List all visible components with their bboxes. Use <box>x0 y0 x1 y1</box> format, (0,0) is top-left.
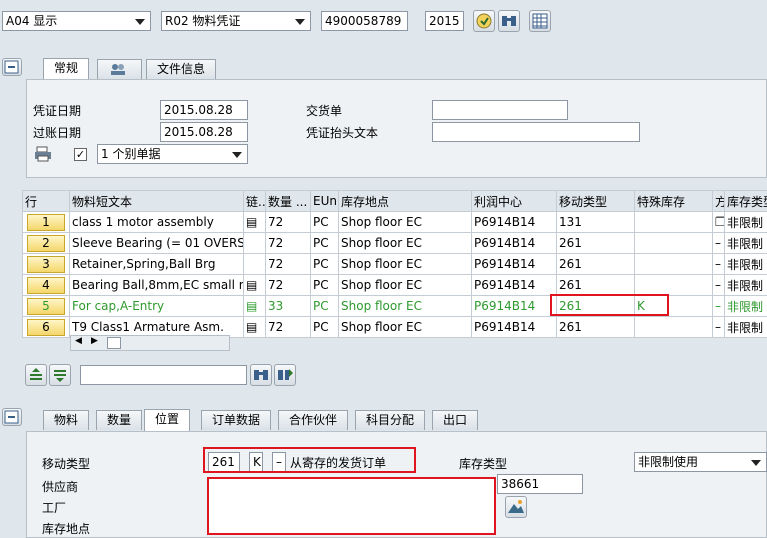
plant-label: 工厂 <box>42 501 67 515</box>
tab-account-assignment[interactable]: 科目分配 <box>355 410 426 430</box>
table-row[interactable]: 3 Retainer,Spring,Ball Brg 72 PC Shop fl… <box>22 253 767 275</box>
header-text-label: 凭证抬头文本 <box>306 126 379 140</box>
col-profit[interactable]: 利润中心 <box>471 190 557 212</box>
collapse-detail-button[interactable] <box>2 408 22 426</box>
vendor-field[interactable]: 38661 <box>497 474 583 494</box>
tab-partners[interactable] <box>97 59 142 79</box>
posting-date-label: 过账日期 <box>33 126 82 140</box>
grid-search-input[interactable] <box>80 365 247 385</box>
binoculars-icon <box>502 16 516 26</box>
collapse-header-button[interactable] <box>2 58 22 76</box>
table-header-row: 行 物料短文本 链.. 数量 ... EUn 库存地点 利润中心 移动类型 特殊… <box>22 190 767 212</box>
ref-type-select[interactable]: R02 物料凭证 <box>161 11 311 31</box>
tab-general[interactable]: 常规 <box>43 58 90 80</box>
tab-location[interactable]: 位置 <box>144 409 191 431</box>
line-button[interactable]: 2 <box>27 234 65 252</box>
delivery-field[interactable] <box>432 100 568 120</box>
col-special[interactable]: 特殊库存 <box>634 190 713 212</box>
table-row[interactable]: 4 Bearing Ball,8mm,EC small mot... ▤ 72 … <box>22 274 767 296</box>
select-all-button[interactable] <box>25 364 47 386</box>
copy-icon[interactable]: ❐ <box>712 211 725 233</box>
year-field[interactable]: 2015 <box>425 11 464 31</box>
doc-flow-icon[interactable]: ▤ <box>243 316 266 338</box>
col-mvt[interactable]: 移动类型 <box>556 190 635 212</box>
execute-icon <box>476 13 492 29</box>
col-dir[interactable]: 方 <box>712 190 725 212</box>
grid-icon <box>532 13 548 29</box>
col-text[interactable]: 物料短文本 <box>69 190 244 212</box>
doc-flow-icon[interactable]: ▤ <box>243 211 266 233</box>
people-icon <box>111 64 125 75</box>
col-line[interactable]: 行 <box>22 190 70 212</box>
header-text-field[interactable] <box>432 122 640 142</box>
grid-find-button[interactable] <box>250 364 272 386</box>
binoculars-icon <box>254 370 268 380</box>
col-sloc[interactable]: 库存地点 <box>338 190 472 212</box>
posting-date-field[interactable]: 2015.08.28 <box>160 122 248 142</box>
delivery-label: 交货单 <box>306 104 343 118</box>
vendor-label: 供应商 <box>42 480 79 494</box>
doc-number-field[interactable]: 4900058789 <box>321 11 408 31</box>
tab-export[interactable]: 出口 <box>432 410 479 430</box>
highlight-mvt-detail <box>203 447 416 473</box>
collapse-icon <box>4 410 19 424</box>
doc-type-select[interactable]: A04 显示 <box>2 11 151 31</box>
overview-button[interactable] <box>529 10 551 32</box>
vendor-display-button[interactable] <box>505 496 527 518</box>
table-row[interactable]: 1 class 1 motor assembly ▤ 72 PC Shop fl… <box>22 211 767 233</box>
tab-file-info[interactable]: 文件信息 <box>146 59 217 79</box>
deselect-all-icon <box>54 370 66 382</box>
doc-date-field[interactable]: 2015.08.28 <box>160 100 248 120</box>
doc-flow-icon[interactable]: ▤ <box>243 274 266 296</box>
printer-icon[interactable] <box>34 146 52 162</box>
stock-type-label: 库存类型 <box>459 457 508 471</box>
deselect-all-button[interactable] <box>49 364 71 386</box>
scroll-right-icon[interactable]: ▶ <box>91 336 98 346</box>
find-button[interactable] <box>498 10 520 32</box>
doc-flow-icon[interactable]: ▤ <box>243 295 266 317</box>
col-link[interactable]: 链.. <box>243 190 266 212</box>
line-button[interactable]: 4 <box>27 276 65 294</box>
collapse-icon <box>4 60 19 74</box>
line-button[interactable]: 3 <box>27 255 65 273</box>
doc-date-label: 凭证日期 <box>33 104 82 118</box>
select-all-icon <box>30 368 42 380</box>
print-checkbox[interactable]: ✓ <box>74 148 87 161</box>
find-next-icon <box>278 369 293 380</box>
tab-material[interactable]: 物料 <box>43 410 90 430</box>
scroll-left-icon[interactable]: ◀ <box>75 336 82 346</box>
col-stock[interactable]: 库存类型 <box>724 190 767 212</box>
redaction-box <box>207 477 496 535</box>
tab-quantity[interactable]: 数量 <box>96 410 143 430</box>
col-unit[interactable]: EUn <box>310 190 339 212</box>
line-button[interactable]: 1 <box>27 213 65 231</box>
col-qty[interactable]: 数量 ... <box>265 190 311 212</box>
stock-type-select[interactable]: 非限制使用 <box>634 452 767 472</box>
tab-order-data[interactable]: 订单数据 <box>201 410 272 430</box>
table-row[interactable]: 2 Sleeve Bearing (= 01 OVERSE... 72 PC S… <box>22 232 767 254</box>
grid-find-next-button[interactable] <box>274 364 296 386</box>
mountain-icon <box>508 500 524 513</box>
print-mode-select[interactable]: 1 个别单据 <box>97 144 248 164</box>
table-scrollbar[interactable]: ◀ ▶ <box>70 335 230 351</box>
highlight-row5-mvt <box>550 294 669 316</box>
line-button[interactable]: 5 <box>27 297 65 315</box>
sloc-label: 库存地点 <box>42 522 91 536</box>
tab-partner[interactable]: 合作伙伴 <box>278 410 349 430</box>
execute-button[interactable] <box>473 10 495 32</box>
line-button[interactable]: 6 <box>27 318 65 336</box>
scroll-thumb[interactable] <box>107 337 121 349</box>
mvt-label: 移动类型 <box>42 457 91 471</box>
